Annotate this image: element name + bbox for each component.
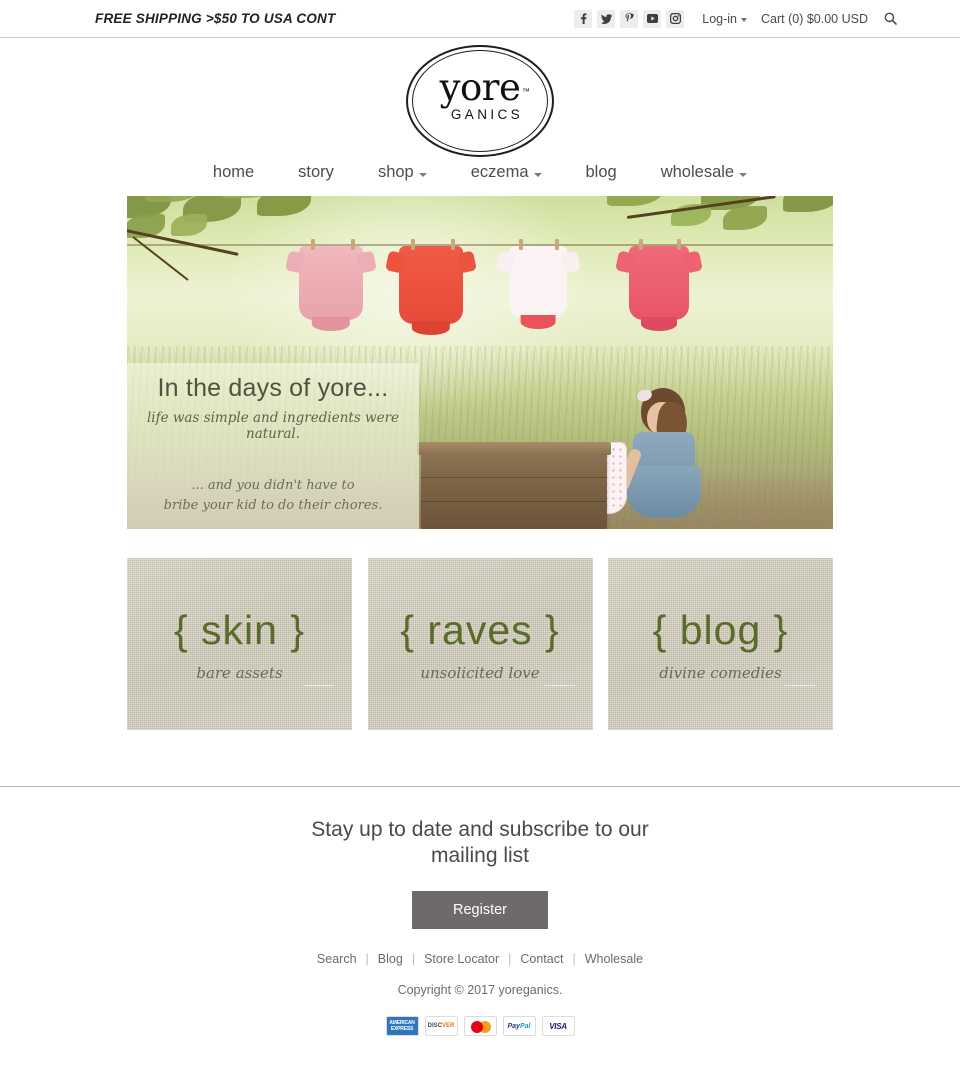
onesie-3 [495, 239, 581, 329]
tile-rule [785, 685, 815, 686]
nav-label: shop [377, 163, 414, 181]
promo-tiles: { skin } bare assets { raves } unsolicit… [127, 558, 833, 730]
nav-label: home [212, 163, 255, 181]
youtube-icon[interactable] [643, 9, 662, 28]
login-link[interactable]: Log-in [702, 11, 748, 26]
nav-label: story [298, 163, 334, 181]
promo-tile-skin[interactable]: { skin } bare assets [127, 558, 352, 730]
tile-title: { raves } [400, 606, 560, 653]
facebook-icon[interactable] [574, 9, 593, 28]
subscribe-heading: Stay up to date and subscribe to our mai… [311, 818, 649, 867]
instagram-icon[interactable] [666, 9, 685, 28]
hero-tagline-line1: ... and you didn't have to [191, 478, 355, 493]
hero-text-overlay: In the days of yore... life was simple a… [127, 363, 419, 529]
child-figure [585, 387, 707, 523]
onesie-4 [615, 239, 703, 331]
logo-word: yore [439, 65, 521, 109]
amex-icon: AMERICAN EXPRESS [385, 1016, 419, 1036]
social-links [574, 9, 685, 28]
promo-tile-raves[interactable]: { raves } unsolicited love [367, 558, 593, 730]
utility-bar: FREE SHIPPING >$50 TO USA CONT Log-in Ca… [0, 0, 960, 38]
tile-rule [304, 685, 334, 686]
pinterest-icon[interactable] [620, 9, 639, 28]
search-icon[interactable] [882, 11, 898, 27]
footer-link-contact[interactable]: Contact [511, 952, 572, 966]
tile-rule [544, 685, 575, 686]
nav-item-home[interactable]: home [191, 163, 276, 182]
footer-link-store-locator[interactable]: Store Locator [415, 952, 508, 966]
register-button[interactable]: Register [412, 891, 548, 929]
nav-label: eczema [470, 163, 529, 181]
cart-label: Cart (0) $0.00 USD [761, 11, 868, 26]
chevron-down-icon [741, 17, 748, 22]
hero-subline: life was simple and ingredients were nat… [146, 410, 400, 442]
login-label: Log-in [702, 11, 738, 26]
nav-label: wholesale [660, 163, 735, 181]
footer-links: Search | Blog | Store Locator | Contact … [0, 952, 960, 966]
footer-link-search[interactable]: Search [308, 952, 366, 966]
copyright-text: Copyright © 2017 yoreganics. [397, 983, 563, 997]
site-logo[interactable]: yore ™ GANICS [0, 38, 960, 163]
chevron-down-icon [418, 172, 427, 177]
nav-item-wholesale[interactable]: wholesale [639, 163, 769, 182]
paypal-icon: Pay Pal [502, 1016, 536, 1036]
tile-title: { blog } [652, 606, 789, 653]
nav-label: blog [585, 163, 617, 181]
hero-banner[interactable]: In the days of yore... life was simple a… [127, 196, 833, 529]
clothesline [127, 244, 833, 246]
onesie-2 [385, 239, 477, 335]
nav-item-shop[interactable]: shop [356, 163, 449, 182]
tile-subtitle: bare assets [196, 663, 283, 682]
logo-wordmark: yore ™ [440, 69, 530, 106]
mastercard-icon [463, 1016, 497, 1036]
hero-tagline-line2: bribe your kid to do their chores. [163, 498, 383, 513]
twitter-icon[interactable] [597, 9, 616, 28]
nav-item-eczema[interactable]: eczema [449, 163, 564, 182]
footer-link-blog[interactable]: Blog [369, 952, 412, 966]
tile-subtitle: unsolicited love [420, 663, 540, 682]
footer-link-wholesale[interactable]: Wholesale [576, 952, 652, 966]
visa-icon: VISA [541, 1016, 575, 1036]
payment-methods: AMERICAN EXPRESS DISC VER Pay Pal VISA [0, 1016, 960, 1036]
wooden-crate [417, 442, 611, 529]
cart-link[interactable]: Cart (0) $0.00 USD [761, 12, 868, 26]
trademark-icon: ™ [521, 86, 530, 96]
nav-item-story[interactable]: story [276, 163, 356, 182]
chevron-down-icon [739, 172, 748, 177]
onesie-1 [285, 239, 377, 331]
hero-headline: In the days of yore... [157, 374, 389, 402]
nav-item-blog[interactable]: blog [564, 163, 639, 182]
site-footer: Stay up to date and subscribe to our mai… [0, 787, 960, 1036]
announcement-text: FREE SHIPPING >$50 TO USA CONT [95, 11, 336, 26]
promo-tile-blog[interactable]: { blog } divine comedies [608, 558, 833, 730]
tile-title: { skin } [173, 606, 306, 653]
logo-subword: GANICS [450, 106, 524, 122]
main-navigation: home story shop eczema blog wholesale [0, 163, 960, 196]
hero-tagline: ... and you didn't have to bribe your ki… [127, 476, 419, 516]
discover-icon: DISC VER [424, 1016, 458, 1036]
chevron-down-icon [533, 172, 542, 177]
tile-subtitle: divine comedies [659, 663, 782, 682]
